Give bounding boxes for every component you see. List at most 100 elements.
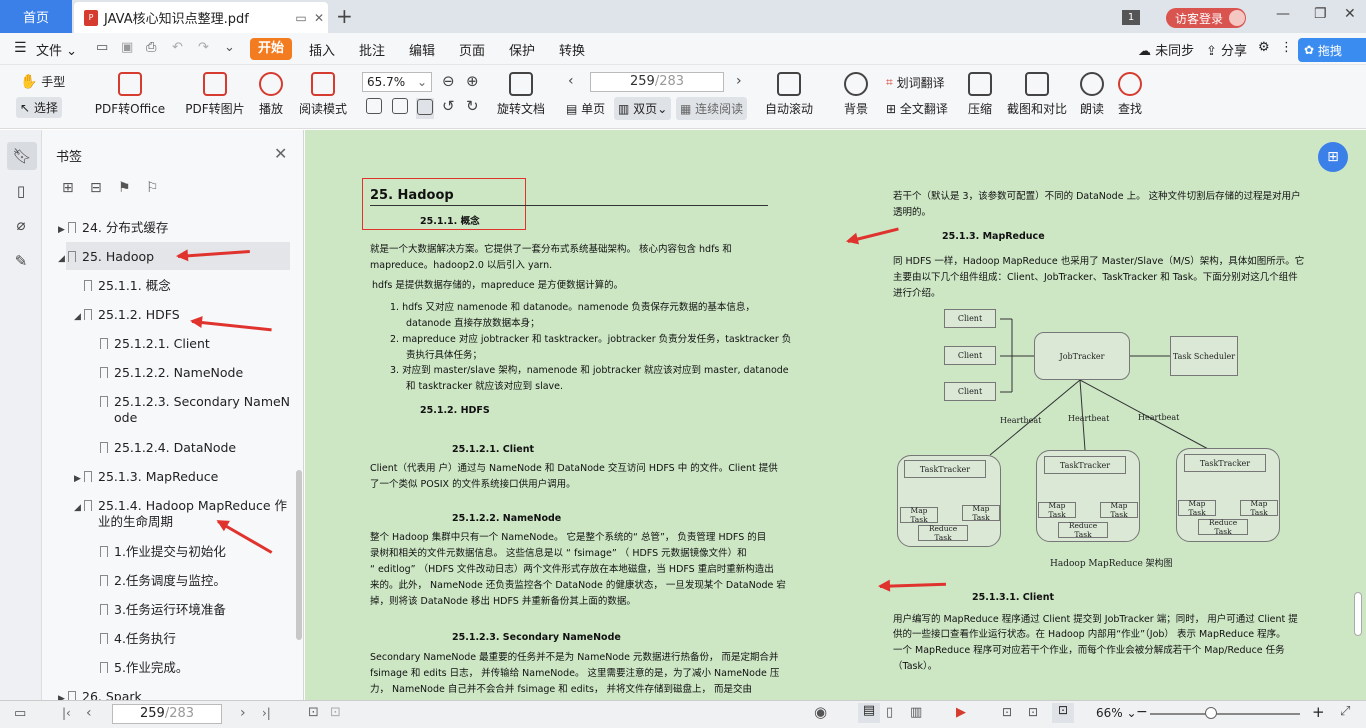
page-number-input[interactable]: 259/283	[590, 72, 724, 92]
page-view-icon[interactable]: ▯	[886, 705, 893, 720]
next-page-icon[interactable]: ›	[736, 73, 742, 89]
forward-icon[interactable]: ⊡	[330, 705, 341, 720]
hamburger-icon[interactable]: ☰	[14, 40, 27, 56]
prev-page-icon[interactable]: ‹	[568, 73, 574, 89]
document-scrollbar[interactable]	[1354, 592, 1362, 636]
monitor-icon[interactable]: ▭	[292, 11, 310, 25]
sidebar-toggle-icon[interactable]: ▭	[14, 706, 26, 721]
thumbnail-icon[interactable]: ▯	[10, 182, 32, 204]
rotate-right-icon[interactable]: ↻	[466, 97, 479, 115]
bookmark-item[interactable]: 4.任务执行	[98, 631, 176, 647]
select-tool[interactable]: ↖ 选择	[16, 97, 62, 118]
auto-scroll-button[interactable]: 自动滚动	[760, 72, 818, 117]
bookmark-item[interactable]: 2.任务调度与监控。	[98, 573, 226, 589]
attachment-icon[interactable]: ⌀	[10, 216, 32, 238]
menu-convert[interactable]: 转换	[559, 40, 585, 59]
drag-button[interactable]: ✿ 拖拽	[1298, 38, 1366, 62]
menu-page[interactable]: 页面	[459, 40, 485, 59]
zoom-out-icon[interactable]: −	[1136, 704, 1148, 720]
print-icon[interactable]: ⎙	[146, 40, 156, 55]
actual-size-icon[interactable]: ⊡	[1002, 705, 1012, 719]
bookmark-item[interactable]: ▶ 24. 分布式缓存	[58, 220, 168, 236]
floating-tool-icon[interactable]: ⊞	[1318, 142, 1348, 172]
back-icon[interactable]: ⊡	[308, 705, 319, 720]
last-page-icon[interactable]: ›|	[262, 706, 271, 720]
status-page-input[interactable]: 259/283	[112, 704, 222, 724]
file-menu[interactable]: 文件 ⌄	[36, 40, 77, 59]
bookmark-item[interactable]: 1.作业提交与初始化	[98, 544, 226, 560]
close-window-icon[interactable]: ✕	[1344, 6, 1356, 22]
fit-width-icon[interactable]	[416, 98, 434, 119]
rotate-left-icon[interactable]: ↺	[442, 97, 455, 115]
screenshot-compare-button[interactable]: 截图和对比	[1006, 72, 1068, 117]
more-icon[interactable]: ⋮	[1280, 40, 1293, 55]
hand-tool[interactable]: ✋ 手型	[20, 73, 65, 90]
actual-size-icon[interactable]	[366, 98, 382, 117]
zoom-slider-handle[interactable]	[1205, 707, 1217, 719]
single-page-button[interactable]: ▤ 单页	[566, 100, 605, 117]
sync-status[interactable]: ☁ 未同步	[1138, 40, 1194, 59]
double-view-icon[interactable]: ▥	[910, 705, 922, 720]
document-tab[interactable]: P JAVA核心知识点整理.pdf ▭ ✕	[74, 2, 328, 33]
compress-button[interactable]: 压缩	[966, 72, 994, 117]
minimize-icon[interactable]: —	[1276, 6, 1290, 22]
save-icon[interactable]: ▣	[121, 40, 133, 55]
single-view-icon[interactable]: ▤	[858, 703, 880, 723]
fit-page-icon[interactable]: ⊡	[1028, 705, 1038, 719]
eye-care-icon[interactable]: ◉	[814, 703, 827, 721]
bookmark-item[interactable]: ▶ 26. Spark	[58, 689, 142, 700]
bookmark-item[interactable]: 3.任务运行环境准备	[98, 602, 226, 618]
bookmark-item[interactable]: 25.1.1. 概念	[82, 278, 171, 294]
menu-protect[interactable]: 保护	[509, 40, 535, 59]
bookmark-item[interactable]: ◢ 25.1.2. HDFS	[74, 307, 180, 323]
new-tab-button[interactable]: +	[336, 4, 353, 28]
pdf-to-office-button[interactable]: PDF转Office	[90, 72, 170, 117]
zoom-in-icon[interactable]: +	[1312, 703, 1325, 721]
signature-icon[interactable]: ✎	[10, 252, 32, 274]
settings-icon[interactable]: ⚙	[1258, 40, 1270, 55]
guest-login-button[interactable]: 访客登录	[1166, 8, 1246, 28]
panel-scrollbar[interactable]	[296, 470, 302, 640]
bookmark-item[interactable]: ◢ 25.1.4. Hadoop MapReduce 作业的生命周期	[74, 498, 287, 530]
full-translate-button[interactable]: ⊞ 全文翻译	[886, 100, 948, 117]
undo-icon[interactable]: ↶	[172, 40, 183, 55]
close-tab-icon[interactable]: ✕	[310, 11, 328, 25]
more-dropdown-icon[interactable]: ⌄	[224, 40, 235, 55]
word-translate-button[interactable]: ⌗ 划词翻译	[886, 74, 945, 91]
bookmark-add-icon[interactable]: ⚑	[118, 180, 131, 196]
zoom-out-icon[interactable]: ⊖	[442, 72, 455, 90]
window-count-badge[interactable]: 1	[1122, 10, 1140, 25]
read-mode-button[interactable]: 阅读模式	[298, 72, 348, 117]
zoom-select[interactable]: 65.7% ⌄	[362, 72, 432, 92]
rotate-doc-button[interactable]: 旋转文档	[496, 72, 546, 117]
redo-icon[interactable]: ↷	[198, 40, 209, 55]
bookmark-item[interactable]: ◢ 25. Hadoop	[58, 249, 154, 265]
bookmark-item[interactable]: 25.1.2.3. Secondary NameN ode	[98, 394, 290, 426]
pdf-to-image-button[interactable]: PDF转图片	[184, 72, 246, 117]
bookmark-panel-icon[interactable]: 🔖︎	[7, 142, 37, 170]
restore-icon[interactable]: ❐	[1314, 6, 1327, 22]
add-bookmark-icon[interactable]: ⊞	[62, 180, 74, 196]
bookmark-item[interactable]: 25.1.2.2. NameNode	[98, 365, 243, 381]
read-aloud-button[interactable]: 朗读	[1078, 72, 1106, 117]
continuous-read-button[interactable]: ▦ 连续阅读	[676, 97, 748, 120]
remove-bookmark-icon[interactable]: ⊟	[90, 180, 102, 196]
menu-insert[interactable]: 插入	[309, 40, 335, 59]
prev-page-icon[interactable]: ‹	[86, 705, 92, 721]
bookmark-item[interactable]: ▶ 25.1.3. MapReduce	[74, 469, 218, 485]
share-button[interactable]: ⇪ 分享	[1206, 40, 1247, 59]
play-button[interactable]: 播放	[256, 72, 286, 117]
zoom-level[interactable]: 66% ⌄	[1096, 706, 1137, 720]
bookmark-item[interactable]: 25.1.2.4. DataNode	[98, 440, 236, 456]
fit-page-icon[interactable]	[392, 98, 408, 117]
bookmark-item[interactable]: 5.作业完成。	[98, 660, 188, 676]
play-icon[interactable]: ▶	[956, 705, 966, 720]
home-tab[interactable]: 首页	[0, 0, 72, 33]
zoom-slider[interactable]	[1150, 713, 1300, 715]
fullscreen-icon[interactable]: ⤢	[1340, 704, 1350, 719]
menu-edit[interactable]: 编辑	[409, 40, 435, 59]
first-page-icon[interactable]: |‹	[62, 706, 71, 720]
fit-width-icon[interactable]: ⊡	[1052, 703, 1074, 723]
menu-annotate[interactable]: 批注	[359, 40, 385, 59]
close-icon[interactable]: ✕	[274, 144, 287, 163]
